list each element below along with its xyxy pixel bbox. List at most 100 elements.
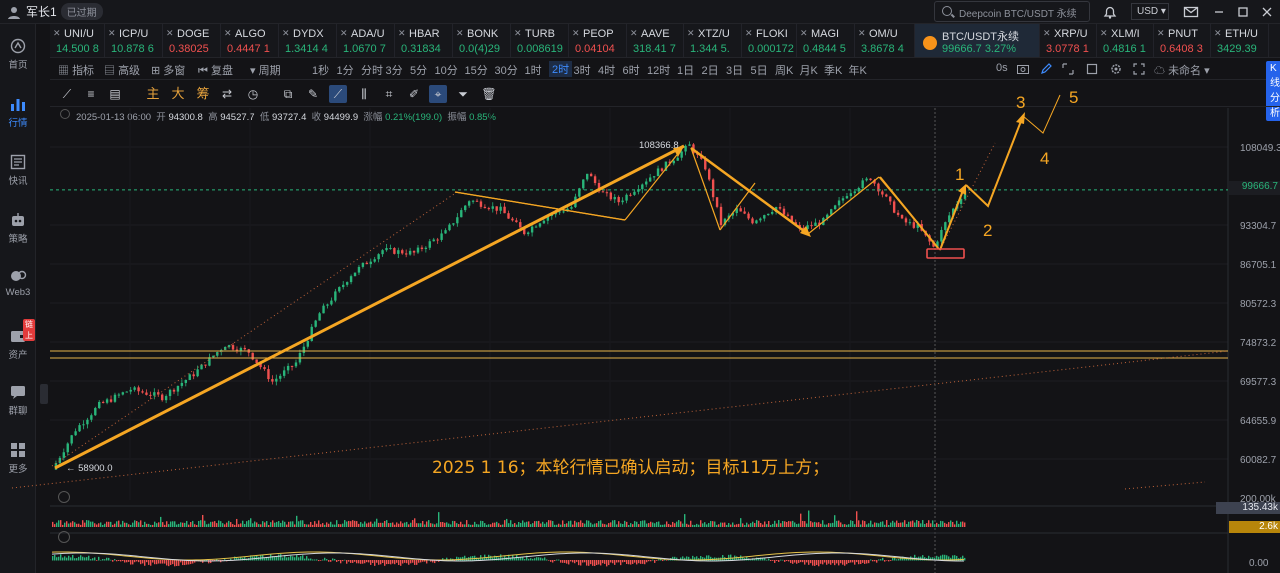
brush-icon[interactable]: ✎ — [304, 85, 322, 103]
interval-option[interactable]: 2时 — [549, 61, 573, 77]
close-tab-icon[interactable]: ✕ — [340, 28, 348, 39]
measure-icon[interactable]: ⌗ — [380, 85, 398, 103]
indicator-button[interactable]: ▦ 指标 — [58, 62, 94, 78]
multi-window-button[interactable]: ⊞ 多窗 — [151, 62, 185, 78]
interval-option[interactable]: 10分 — [435, 62, 458, 78]
ticker-item[interactable]: ✕ ADA/U 1.0670 7 — [337, 24, 395, 57]
ticker-item[interactable]: ✕ ALGO 0.4447 1 — [221, 24, 279, 57]
sidebar-item-more[interactable]: 更多 — [0, 442, 36, 475]
close-tab-icon[interactable]: ✕ — [1043, 28, 1051, 39]
trendline-tool-icon[interactable]: ⟋ — [329, 85, 347, 103]
interval-option[interactable]: 分时 — [361, 62, 383, 78]
close-tab-icon[interactable]: ✕ — [687, 28, 695, 39]
close-tab-icon[interactable]: ✕ — [108, 28, 116, 39]
ticker-item[interactable]: ✕ TURB 0.008619 — [511, 24, 569, 57]
ticker-item[interactable]: ✕ PNUT 0.6408 3 — [1154, 24, 1211, 57]
ticker-item[interactable]: ✕ DOGE 0.38025 — [163, 24, 221, 57]
crop-icon[interactable] — [1086, 63, 1098, 75]
ticker-item[interactable]: ✕ ETH/U 3429.39 — [1211, 24, 1269, 57]
ticker-item[interactable]: ✕ DYDX 1.3414 4 — [279, 24, 337, 57]
replay-button[interactable]: ⏮ 复盘 — [198, 62, 233, 78]
interval-option[interactable]: 15分 — [465, 62, 488, 78]
ticker-item[interactable]: ✕ XTZ/U 1.344 5. — [684, 24, 742, 57]
ticker-item[interactable]: ✕ MAGI 0.4844 5 — [797, 24, 855, 57]
maximize-icon[interactable] — [1235, 4, 1251, 20]
close-tab-icon[interactable]: ✕ — [514, 28, 522, 39]
interval-option[interactable]: 3分 — [386, 62, 403, 78]
mail-icon[interactable] — [1183, 4, 1199, 20]
camera-icon[interactable] — [1017, 63, 1029, 74]
close-tab-icon[interactable]: ✕ — [630, 28, 638, 39]
edit-note-icon[interactable]: ✐ — [405, 85, 423, 103]
sidebar-item-chat[interactable]: 群聊 — [0, 384, 36, 417]
interval-option[interactable]: 3日 — [726, 62, 743, 78]
sidebar-item-strategy[interactable]: 策略 — [0, 212, 36, 245]
sidebar-item-home[interactable]: 首页 — [0, 38, 36, 71]
interval-option[interactable]: 1日 — [677, 62, 694, 78]
main-chart-toggle[interactable]: 主 — [144, 85, 162, 103]
trash-icon[interactable]: 🗑 — [480, 85, 498, 103]
ticker-item[interactable]: ✕ UNI/U 14.500 8 — [50, 24, 105, 57]
search-input[interactable]: Deepcoin BTC/USDT 永续 — [934, 1, 1090, 22]
interval-option[interactable]: 周K — [775, 62, 793, 78]
sidebar-item-market[interactable]: 行情 — [0, 96, 36, 129]
interval-option[interactable]: 1时 — [525, 62, 542, 78]
close-tab-icon[interactable]: ✕ — [224, 28, 232, 39]
interval-option[interactable]: 2日 — [702, 62, 719, 78]
ticker-item[interactable]: ✕ BONK 0.0(4)29 — [453, 24, 511, 57]
ruler-icon[interactable]: ⟋ — [58, 85, 76, 103]
period-dropdown[interactable]: ▾ 周期 — [250, 62, 281, 78]
interval-option[interactable]: 30分 — [495, 62, 518, 78]
interval-option[interactable]: 季K — [824, 62, 842, 78]
ticker-item[interactable]: ✕ XRP/U 3.0778 1 — [1040, 24, 1097, 57]
ticker-item[interactable]: ✕ OM/U 3.8678 4 — [855, 24, 915, 57]
layout-name-dropdown[interactable]: ☁ 未命名 ▾ — [1154, 62, 1210, 78]
interval-option[interactable]: 3时 — [574, 62, 591, 78]
pencil-icon[interactable] — [1040, 63, 1052, 75]
close-tab-icon[interactable]: ✕ — [800, 28, 808, 39]
advanced-button[interactable]: ▤ 高级 — [104, 62, 140, 78]
sidebar-item-web3[interactable]: Web3 — [0, 268, 36, 298]
ticker-item[interactable]: ✕ FLOKI 0.000172 — [742, 24, 797, 57]
close-icon[interactable] — [1259, 4, 1275, 20]
lines-icon[interactable]: ≡ — [82, 85, 100, 103]
settings-gear-icon[interactable] — [1110, 63, 1122, 75]
close-tab-icon[interactable]: ✕ — [456, 28, 464, 39]
candle-icon[interactable]: ⫼ — [355, 85, 373, 103]
interval-option[interactable]: 1分 — [337, 62, 354, 78]
close-tab-icon[interactable]: ✕ — [282, 28, 290, 39]
filter-icon[interactable]: ⏷ — [454, 85, 472, 103]
big-order-toggle[interactable]: 大 — [169, 85, 187, 103]
close-tab-icon[interactable]: ✕ — [1214, 28, 1222, 39]
magnet-icon[interactable]: ⌖ — [429, 85, 447, 103]
ticker-item[interactable]: ✕ HBAR 0.31834 — [395, 24, 453, 57]
ticker-item[interactable]: ✕ ICP/U 10.878 6 — [105, 24, 163, 57]
bell-icon[interactable] — [1102, 4, 1118, 20]
close-tab-icon[interactable]: ✕ — [166, 28, 174, 39]
interval-option[interactable]: 年K — [849, 62, 867, 78]
chip-distribution-toggle[interactable]: 筹 — [194, 85, 212, 103]
close-tab-icon[interactable]: ✕ — [572, 28, 580, 39]
ticker-item[interactable]: BTC/USDT永续 99666.7 3.27% — [915, 24, 1040, 57]
close-tab-icon[interactable]: ✕ — [53, 28, 61, 39]
interval-option[interactable]: 6时 — [623, 62, 640, 78]
interval-option[interactable]: 5日 — [751, 62, 768, 78]
collapse-left-handle[interactable] — [40, 384, 48, 404]
fullscreen-icon[interactable] — [1133, 63, 1145, 75]
info-collapse-icon[interactable] — [60, 109, 70, 119]
currency-select[interactable]: USD ▾ — [1131, 3, 1169, 20]
minimize-icon[interactable] — [1211, 4, 1227, 20]
resize-icon[interactable] — [1062, 63, 1074, 75]
user-profile[interactable]: 军长1 已过期 — [6, 3, 103, 20]
interval-option[interactable]: 月K — [800, 62, 818, 78]
clock-icon[interactable]: ◷ — [244, 85, 262, 103]
layers-icon[interactable]: ⧉ — [279, 85, 297, 103]
ticker-item[interactable]: ✕ AAVE 318.41 7 — [627, 24, 684, 57]
close-tab-icon[interactable]: ✕ — [1157, 28, 1165, 39]
close-tab-icon[interactable]: ✕ — [1100, 28, 1108, 39]
interval-option[interactable]: 5分 — [410, 62, 427, 78]
interval-option[interactable]: 4时 — [598, 62, 615, 78]
ticker-item[interactable]: ✕ PEOP 0.04104 — [569, 24, 627, 57]
interval-option[interactable]: 1秒 — [312, 62, 329, 78]
notes-icon[interactable]: ▤ — [106, 85, 124, 103]
